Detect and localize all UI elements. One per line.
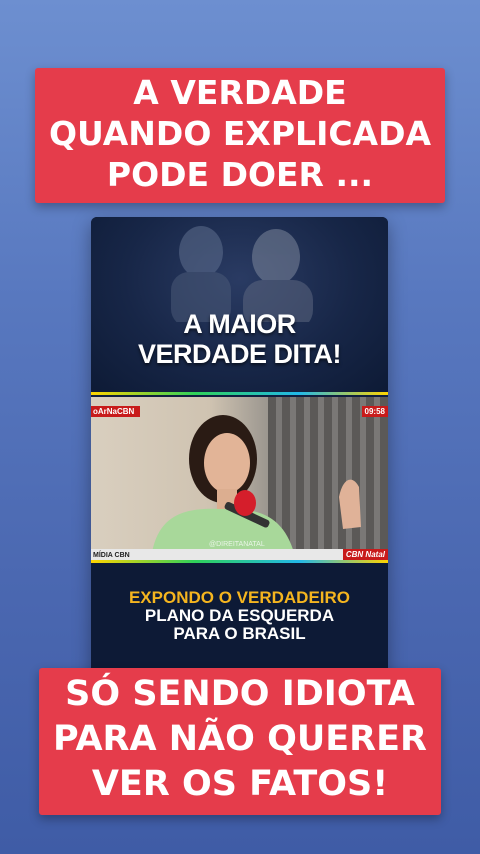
card-headline: A MAIOR VERDADE DITA!	[137, 309, 342, 369]
watermark: @DIREITANATAL	[209, 541, 265, 548]
top-banner: A VERDADE QUANDO EXPLICADA PODE DOER ...	[0, 68, 480, 203]
bottom-banner: SÓ SENDO IDIOTA PARA NÃO QUERER VER OS F…	[0, 668, 480, 815]
video-card[interactable]: A MAIOR VERDADE DITA! oArNaCBN 09:58 @DI…	[91, 217, 388, 679]
caption-line-1: EXPONDO O VERDADEIRO	[128, 588, 351, 607]
bottom-banner-line-2: PARA NÃO QUERER	[53, 719, 427, 759]
clock-badge: 09:58	[361, 406, 388, 417]
top-banner-line-3: PODE DOER ...	[106, 155, 374, 194]
program-hashtag: oArNaCBN	[91, 406, 141, 417]
divider-stripe-top	[91, 392, 388, 395]
top-banner-line-2: QUANDO EXPLICADA	[48, 114, 432, 153]
bottom-banner-line-3: VER OS FATOS!	[91, 764, 389, 804]
bottom-banner-box: SÓ SENDO IDIOTA PARA NÃO QUERER VER OS F…	[39, 668, 441, 815]
top-banner-box: A VERDADE QUANDO EXPLICADA PODE DOER ...	[34, 68, 446, 203]
caption-line-2: PLANO DA ESQUERDA	[144, 606, 335, 625]
cbn-natal-logo: CBN Natal	[342, 549, 388, 560]
people-photo-silhouette	[171, 226, 313, 322]
card-top-panel: A MAIOR VERDADE DITA!	[91, 217, 388, 394]
caption-line-3: PARA O BRASIL	[173, 624, 306, 643]
video-player[interactable]: oArNaCBN 09:58 @DIREITANATAL MÍDIA CBN C…	[91, 397, 388, 560]
lower-third-label: MÍDIA CBN	[93, 552, 130, 559]
bottom-banner-line-1: SÓ SENDO IDIOTA	[65, 674, 415, 714]
top-banner-line-1: A VERDADE	[133, 73, 347, 112]
woman-speaking-figure	[151, 415, 361, 560]
card-caption: EXPONDO O VERDADEIRO PLANO DA ESQUERDA P…	[91, 589, 388, 643]
